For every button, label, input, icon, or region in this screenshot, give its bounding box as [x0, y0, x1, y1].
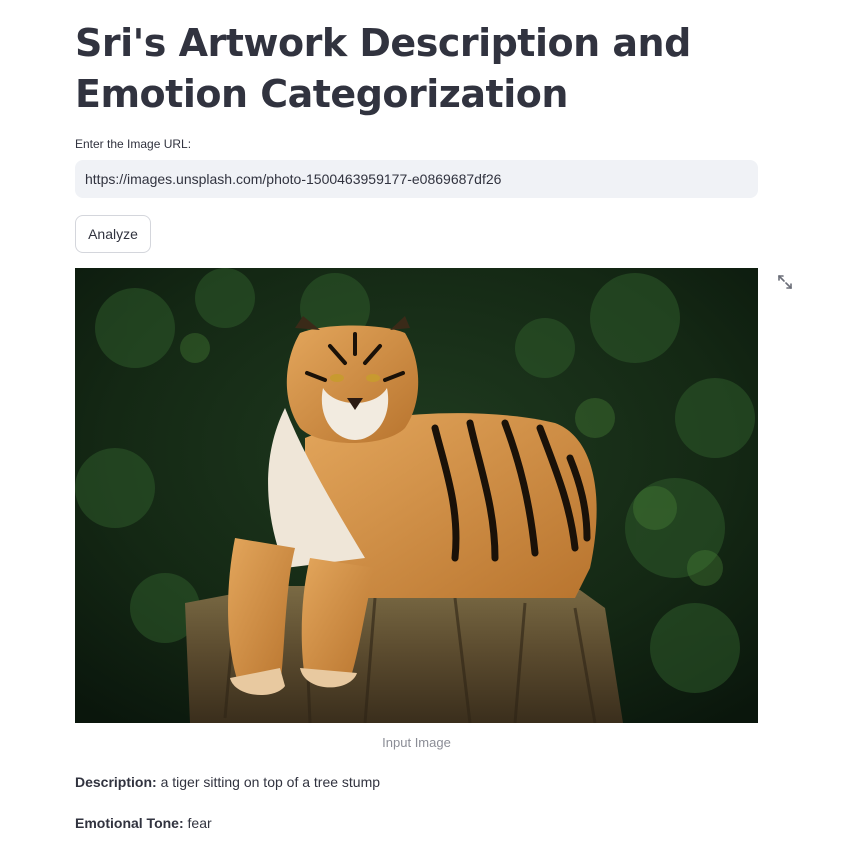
image-caption: Input Image	[382, 735, 451, 750]
app-container: Sri's Artwork Description and Emotion Ca…	[0, 0, 852, 847]
emotional-tone-label: Emotional Tone:	[75, 815, 184, 831]
page-title: Sri's Artwork Description and Emotion Ca…	[75, 21, 691, 116]
emotional-tone-value: fear	[187, 815, 212, 831]
expand-arrows-icon[interactable]	[776, 273, 794, 291]
description-label: Description:	[75, 774, 157, 790]
description-row: Description: a tiger sitting on top of a…	[75, 774, 380, 790]
input-image	[75, 268, 758, 723]
analyze-button[interactable]: Analyze	[75, 215, 151, 253]
image-url-input[interactable]	[75, 160, 758, 198]
description-value: a tiger sitting on top of a tree stump	[160, 774, 381, 790]
emotional-tone-row: Emotional Tone: fear	[75, 815, 212, 831]
url-field-label: Enter the Image URL:	[75, 137, 192, 151]
